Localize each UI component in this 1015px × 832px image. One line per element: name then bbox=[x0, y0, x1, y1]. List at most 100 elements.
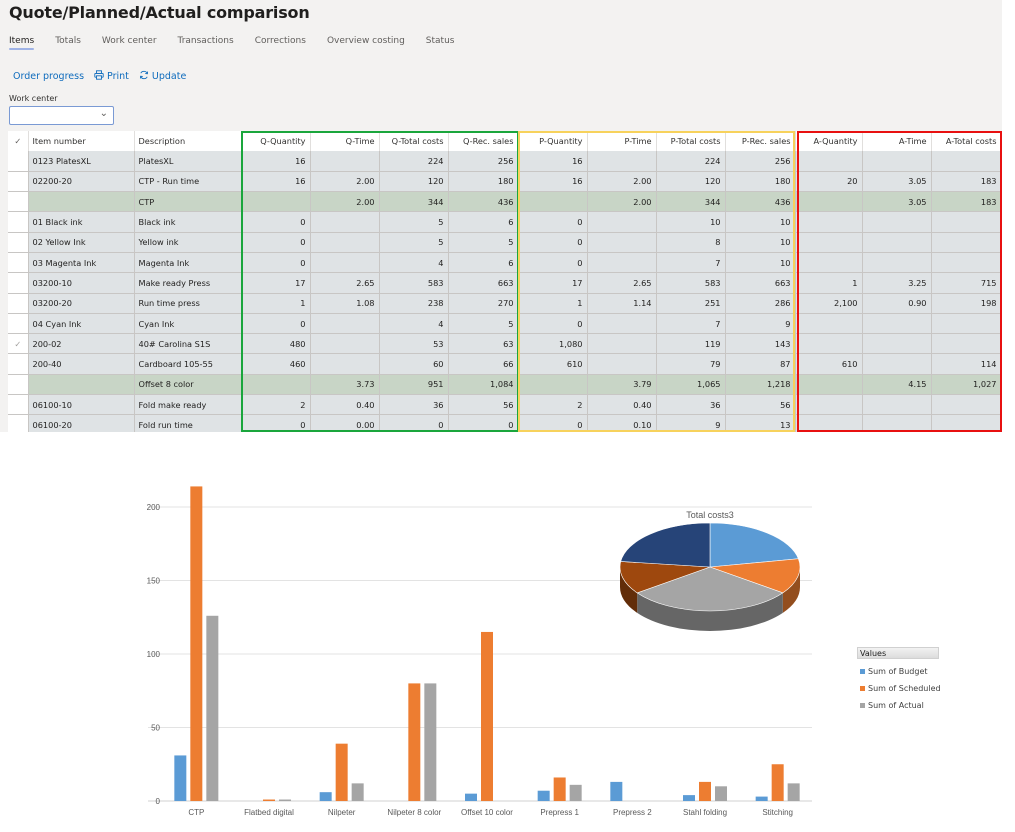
table-row[interactable]: 0123 PlatesXLPlatesXL1622425616224256 bbox=[8, 151, 1001, 171]
row-select-checkbox[interactable] bbox=[8, 354, 28, 374]
cell-p-rec-sales[interactable]: 10 bbox=[725, 232, 795, 252]
cell-q-total-costs[interactable]: 238 bbox=[379, 293, 448, 313]
cell-p-total-costs[interactable]: 10 bbox=[656, 212, 725, 232]
row-select-checkbox[interactable] bbox=[8, 252, 28, 272]
cell-a-time[interactable] bbox=[862, 313, 931, 333]
cell-a-total-costs[interactable]: 715 bbox=[931, 273, 1001, 293]
cell-item-number[interactable]: 01 Black ink bbox=[28, 212, 134, 232]
cell-description[interactable]: CTP bbox=[134, 192, 241, 212]
cell-a-quantity[interactable] bbox=[795, 212, 862, 232]
cell-p-quantity[interactable]: 16 bbox=[518, 171, 587, 191]
cell-p-total-costs[interactable]: 36 bbox=[656, 395, 725, 415]
cell-q-time[interactable]: 0.40 bbox=[310, 395, 379, 415]
cell-a-total-costs[interactable] bbox=[931, 395, 1001, 415]
cell-item-number[interactable]: 200-40 bbox=[28, 354, 134, 374]
col-header-q-rec-sales[interactable]: Q-Rec. sales bbox=[448, 131, 518, 151]
cell-description[interactable]: 40# Carolina S1S bbox=[134, 334, 241, 354]
order-progress-button[interactable]: Order progress bbox=[13, 71, 84, 82]
cell-p-total-costs[interactable]: 119 bbox=[656, 334, 725, 354]
cell-p-total-costs[interactable]: 8 bbox=[656, 232, 725, 252]
cell-q-quantity[interactable]: 16 bbox=[241, 151, 310, 171]
col-header-q-time[interactable]: Q-Time bbox=[310, 131, 379, 151]
cell-q-rec-sales[interactable]: 256 bbox=[448, 151, 518, 171]
cell-q-time[interactable] bbox=[310, 151, 379, 171]
cell-q-time[interactable]: 2.00 bbox=[310, 192, 379, 212]
cell-q-quantity[interactable]: 1 bbox=[241, 293, 310, 313]
cell-p-rec-sales[interactable]: 87 bbox=[725, 354, 795, 374]
cell-item-number[interactable] bbox=[28, 374, 134, 394]
cell-p-total-costs[interactable]: 79 bbox=[656, 354, 725, 374]
cell-item-number[interactable]: 02200-20 bbox=[28, 171, 134, 191]
cell-item-number[interactable]: 02 Yellow Ink bbox=[28, 232, 134, 252]
print-button[interactable]: Print bbox=[94, 70, 129, 83]
cell-q-quantity[interactable]: 480 bbox=[241, 334, 310, 354]
table-row[interactable]: 06100-10Fold make ready20.40365620.40365… bbox=[8, 395, 1001, 415]
col-header-a-quantity[interactable]: A-Quantity bbox=[795, 131, 862, 151]
row-select-checkbox[interactable] bbox=[8, 192, 28, 212]
cell-item-number[interactable]: 03200-20 bbox=[28, 293, 134, 313]
cell-description[interactable]: Magenta Ink bbox=[134, 252, 241, 272]
cell-q-rec-sales[interactable]: 180 bbox=[448, 171, 518, 191]
cell-p-time[interactable]: 0.10 bbox=[587, 415, 656, 432]
row-select-checkbox[interactable] bbox=[8, 273, 28, 293]
select-all-checkbox[interactable]: ✓ bbox=[8, 131, 28, 151]
cell-p-time[interactable]: 0.40 bbox=[587, 395, 656, 415]
cell-p-rec-sales[interactable]: 143 bbox=[725, 334, 795, 354]
cell-a-time[interactable] bbox=[862, 151, 931, 171]
cell-p-total-costs[interactable]: 9 bbox=[656, 415, 725, 432]
cell-q-quantity[interactable]: 17 bbox=[241, 273, 310, 293]
cell-a-total-costs[interactable]: 1,027 bbox=[931, 374, 1001, 394]
cell-q-rec-sales[interactable]: 270 bbox=[448, 293, 518, 313]
cell-p-quantity[interactable]: 2 bbox=[518, 395, 587, 415]
tab-status[interactable]: Status bbox=[426, 36, 455, 50]
cell-a-time[interactable] bbox=[862, 334, 931, 354]
cell-a-quantity[interactable] bbox=[795, 395, 862, 415]
cell-item-number[interactable]: 03200-10 bbox=[28, 273, 134, 293]
row-select-checkbox[interactable] bbox=[8, 415, 28, 432]
cell-a-quantity[interactable] bbox=[795, 151, 862, 171]
cell-p-rec-sales[interactable]: 436 bbox=[725, 192, 795, 212]
cell-a-total-costs[interactable] bbox=[931, 415, 1001, 432]
cell-q-total-costs[interactable]: 5 bbox=[379, 232, 448, 252]
cell-p-quantity[interactable] bbox=[518, 192, 587, 212]
cell-description[interactable]: Black ink bbox=[134, 212, 241, 232]
table-row[interactable]: 03200-10Make ready Press172.65583663172.… bbox=[8, 273, 1001, 293]
cell-p-rec-sales[interactable]: 286 bbox=[725, 293, 795, 313]
cell-a-total-costs[interactable] bbox=[931, 252, 1001, 272]
table-row[interactable]: 02 Yellow InkYellow ink0550810 bbox=[8, 232, 1001, 252]
cell-p-quantity[interactable]: 0 bbox=[518, 252, 587, 272]
cell-p-rec-sales[interactable]: 10 bbox=[725, 252, 795, 272]
col-header-a-total-costs[interactable]: A-Total costs bbox=[931, 131, 1001, 151]
col-header-q-quantity[interactable]: Q-Quantity bbox=[241, 131, 310, 151]
cell-a-quantity[interactable] bbox=[795, 374, 862, 394]
cell-p-time[interactable] bbox=[587, 212, 656, 232]
table-row[interactable]: 04 Cyan InkCyan Ink045079 bbox=[8, 313, 1001, 333]
cell-a-time[interactable]: 4.15 bbox=[862, 374, 931, 394]
cell-a-quantity[interactable] bbox=[795, 334, 862, 354]
table-row[interactable]: 03 Magenta InkMagenta Ink0460710 bbox=[8, 252, 1001, 272]
cell-q-rec-sales[interactable]: 0 bbox=[448, 415, 518, 432]
cell-a-time[interactable]: 3.25 bbox=[862, 273, 931, 293]
cell-q-quantity[interactable]: 0 bbox=[241, 313, 310, 333]
cell-p-time[interactable] bbox=[587, 354, 656, 374]
cell-q-rec-sales[interactable]: 66 bbox=[448, 354, 518, 374]
col-header-q-total-costs[interactable]: Q-Total costs bbox=[379, 131, 448, 151]
cell-a-time[interactable] bbox=[862, 354, 931, 374]
cell-p-quantity[interactable]: 0 bbox=[518, 212, 587, 232]
cell-q-rec-sales[interactable]: 6 bbox=[448, 252, 518, 272]
cell-q-rec-sales[interactable]: 5 bbox=[448, 232, 518, 252]
cell-item-number[interactable]: 200-02 bbox=[28, 334, 134, 354]
cell-a-time[interactable] bbox=[862, 252, 931, 272]
cell-description[interactable]: Offset 8 color bbox=[134, 374, 241, 394]
table-row[interactable]: 06100-20Fold run time00.000000.10913 bbox=[8, 415, 1001, 432]
summary-row[interactable]: CTP2.003444362.003444363.05183 bbox=[8, 192, 1001, 212]
cell-description[interactable]: PlatesXL bbox=[134, 151, 241, 171]
tab-corrections[interactable]: Corrections bbox=[255, 36, 306, 50]
cell-a-time[interactable] bbox=[862, 232, 931, 252]
cell-q-quantity[interactable]: 0 bbox=[241, 232, 310, 252]
cell-p-time[interactable] bbox=[587, 313, 656, 333]
cell-a-quantity[interactable]: 20 bbox=[795, 171, 862, 191]
cell-p-total-costs[interactable]: 583 bbox=[656, 273, 725, 293]
cell-q-time[interactable] bbox=[310, 313, 379, 333]
row-select-checkbox[interactable] bbox=[8, 212, 28, 232]
